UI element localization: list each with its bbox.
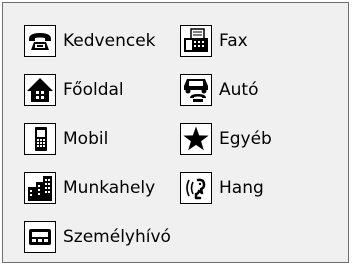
phone-type-label: Fax: [219, 31, 248, 51]
phone-type-label: Főoldal: [63, 80, 124, 100]
phone-type-fax[interactable]: Fax: [180, 25, 248, 57]
phone-type-szemelyhivo[interactable]: Személyhívó: [24, 221, 171, 253]
phone-type-panel: Kedvencek Főoldal Mobil Munkahely Személ…: [2, 2, 349, 263]
star-icon: [180, 123, 212, 155]
voice-icon: [180, 172, 212, 204]
phone-type-munkahely[interactable]: Munkahely: [24, 172, 155, 204]
pager-icon: [24, 221, 56, 253]
fax-icon: [180, 25, 212, 57]
phone-type-auto[interactable]: Autó: [180, 74, 258, 106]
phone-type-label: Autó: [219, 80, 259, 100]
phone-type-label: Egyéb: [219, 129, 272, 149]
phone-type-fooldal[interactable]: Főoldal: [24, 74, 124, 106]
phone-type-label: Mobil: [63, 129, 109, 149]
telephone-icon: [24, 25, 56, 57]
car-phone-icon: [180, 74, 212, 106]
phone-type-mobil[interactable]: Mobil: [24, 123, 108, 155]
phone-type-label: Munkahely: [63, 178, 156, 198]
phone-type-label: Személyhívó: [63, 227, 171, 247]
home-icon: [24, 74, 56, 106]
phone-type-hang[interactable]: Hang: [180, 172, 264, 204]
phone-type-egyeb[interactable]: Egyéb: [180, 123, 272, 155]
phone-type-label: Kedvencek: [63, 31, 156, 51]
office-building-icon: [24, 172, 56, 204]
mobile-phone-icon: [24, 123, 56, 155]
phone-type-label: Hang: [219, 178, 264, 198]
phone-type-kedvencek[interactable]: Kedvencek: [24, 25, 156, 57]
